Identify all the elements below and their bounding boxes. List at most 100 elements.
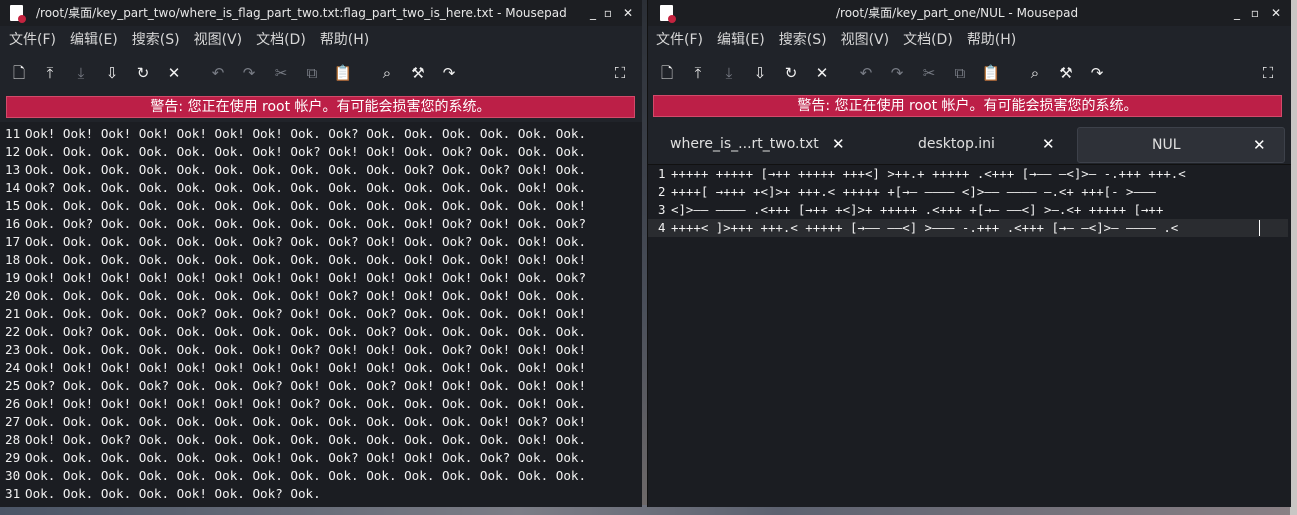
line-text: Ook! Ook! Ook! Ook! Ook! Ook! Ook! Ook! … <box>25 270 587 285</box>
menu-help[interactable]: 帮助(H) <box>320 26 369 54</box>
editor-line[interactable]: 22 Ook. Ook? Ook. Ook. Ook. Ook. Ook. Ook… <box>5 323 586 341</box>
titlebar[interactable]: /root/桌面/key_part_two/where_is_flag_part… <box>0 0 642 26</box>
text-editor[interactable]: 1 +++++ +++++ [→++ +++++ +++<] >++.+ ++++… <box>648 165 1291 507</box>
redo-icon[interactable]: ↷ <box>239 63 259 83</box>
desktop-background-right <box>1290 0 1297 515</box>
line-number: 22 <box>5 324 21 339</box>
editor-line[interactable]: 24 Ook! Ook! Ook! Ook! Ook! Ook! Ook! Ook… <box>5 359 586 377</box>
editor-line[interactable]: 20 Ook. Ook. Ook. Ook. Ook. Ook. Ook. Ook… <box>5 287 586 305</box>
menu-search[interactable]: 搜索(S) <box>779 26 827 54</box>
line-number: 4 <box>658 220 666 235</box>
tab-desktop-ini[interactable]: desktop.ini ✕ <box>902 127 1062 161</box>
tab-where-is-part-two[interactable]: where_is_...rt_two.txt ✕ <box>656 127 866 161</box>
toolbar: 🗋 ⤒ ⤓ ⇩ ↻ ✕ ↶ ↷ ✂ ⧉ 📋 ⌕ ⚒ ↷ ⛶ <box>648 54 1291 92</box>
editor-line[interactable]: 19 Ook! Ook! Ook! Ook! Ook! Ook! Ook! Ook… <box>5 269 586 287</box>
editor-line[interactable]: 16 Ook. Ook? Ook. Ook. Ook. Ook. Ook. Ook… <box>5 215 586 233</box>
editor-line[interactable]: 25 Ook? Ook. Ook. Ook? Ook. Ook. Ook? Ook… <box>5 377 586 395</box>
editor-line[interactable]: 31 Ook. Ook. Ook. Ook. Ook! Ook. Ook? Ook… <box>5 485 586 503</box>
editor-line[interactable]: 12 Ook. Ook. Ook. Ook. Ook. Ook. Ook! Ook… <box>5 143 586 161</box>
editor-line[interactable]: 28 Ook! Ook. Ook? Ook. Ook. Ook. Ook. Ook… <box>5 431 586 449</box>
editor-line[interactable]: 17 Ook. Ook. Ook. Ook. Ook. Ook. Ook? Ook… <box>5 233 586 251</box>
editor-line[interactable]: 29 Ook. Ook. Ook. Ook. Ook. Ook. Ook! Ook… <box>5 449 586 467</box>
editor-line[interactable]: 18 Ook. Ook. Ook. Ook. Ook. Ook. Ook. Ook… <box>5 251 586 269</box>
minimize-icon[interactable]: _ <box>1228 3 1246 23</box>
line-number: 18 <box>5 252 21 267</box>
close-document-icon[interactable]: ✕ <box>164 63 184 83</box>
new-document-icon[interactable]: 🗋 <box>9 63 29 83</box>
editor-line[interactable]: 15 Ook. Ook. Ook. Ook. Ook. Ook. Ook. Ook… <box>5 197 586 215</box>
search-icon[interactable]: ⌕ <box>1025 63 1045 83</box>
editor-line[interactable]: 30 Ook. Ook. Ook. Ook. Ook. Ook. Ook. Ook… <box>5 467 586 485</box>
tab-close-icon[interactable]: ✕ <box>1042 127 1055 161</box>
menubar: 文件(F) 编辑(E) 搜索(S) 视图(V) 文档(D) 帮助(H) <box>0 26 642 54</box>
save-icon[interactable]: ⤓ <box>71 63 91 83</box>
close-icon[interactable]: ✕ <box>1267 3 1285 23</box>
fullscreen-icon[interactable]: ⛶ <box>1258 63 1278 83</box>
tab-label: NUL <box>1152 137 1181 153</box>
save-as-icon[interactable]: ⇩ <box>102 63 122 83</box>
save-icon[interactable]: ⤓ <box>719 63 739 83</box>
line-text: Ook? Ook. Ook. Ook. Ook. Ook. Ook. Ook. … <box>25 180 587 195</box>
menu-document[interactable]: 文档(D) <box>903 26 953 54</box>
editor-line[interactable]: 1 +++++ +++++ [→++ +++++ +++<] >++.+ ++++… <box>658 165 1186 183</box>
goto-line-icon[interactable]: ↷ <box>1087 63 1107 83</box>
menu-document[interactable]: 文档(D) <box>256 26 306 54</box>
fullscreen-icon[interactable]: ⛶ <box>610 63 630 83</box>
editor-line[interactable]: 14 Ook? Ook. Ook. Ook. Ook. Ook. Ook. Ook… <box>5 179 586 197</box>
menu-edit[interactable]: 编辑(E) <box>70 26 118 54</box>
line-text: Ook. Ook. Ook. Ook. Ook. Ook. Ook! Ook. … <box>25 450 587 465</box>
close-document-icon[interactable]: ✕ <box>812 63 832 83</box>
tab-label: desktop.ini <box>918 136 995 152</box>
goto-line-icon[interactable]: ↷ <box>439 63 459 83</box>
open-file-icon[interactable]: ⤒ <box>40 63 60 83</box>
find-replace-icon[interactable]: ⚒ <box>408 63 428 83</box>
tab-close-icon[interactable]: ✕ <box>1253 128 1266 162</box>
new-document-icon[interactable]: 🗋 <box>657 63 677 83</box>
line-number: 31 <box>5 486 21 501</box>
editor-line[interactable]: 3 <]>—— ———— .<+++ [→++ +<]>+ +++++ .<+++… <box>658 201 1186 219</box>
cut-icon[interactable]: ✂ <box>271 63 291 83</box>
open-file-icon[interactable]: ⤒ <box>688 63 708 83</box>
paste-icon[interactable]: 📋 <box>981 63 1001 83</box>
line-text: Ook. Ook. Ook. Ook. Ook. Ook. Ook. Ook. … <box>25 414 587 429</box>
editor-lines: 11 Ook! Ook! Ook! Ook! Ook! Ook! Ook! Ook… <box>5 125 586 503</box>
menu-view[interactable]: 视图(V) <box>841 26 890 54</box>
tab-nul[interactable]: NUL ✕ <box>1077 127 1285 163</box>
save-as-icon[interactable]: ⇩ <box>750 63 770 83</box>
tab-close-icon[interactable]: ✕ <box>832 127 845 161</box>
editor-line[interactable]: 2 ++++[ →+++ +<]>+ +++.< +++++ +[→— ———— … <box>658 183 1186 201</box>
paste-icon[interactable]: 📋 <box>333 63 353 83</box>
find-replace-icon[interactable]: ⚒ <box>1056 63 1076 83</box>
menu-file[interactable]: 文件(F) <box>9 26 56 54</box>
copy-icon[interactable]: ⧉ <box>302 63 322 83</box>
editor-line[interactable]: 27 Ook. Ook. Ook. Ook. Ook. Ook. Ook. Ook… <box>5 413 586 431</box>
menu-view[interactable]: 视图(V) <box>194 26 243 54</box>
editor-line[interactable]: 11 Ook! Ook! Ook! Ook! Ook! Ook! Ook! Ook… <box>5 125 586 143</box>
reload-icon[interactable]: ↻ <box>133 63 153 83</box>
search-icon[interactable]: ⌕ <box>377 63 397 83</box>
line-number: 13 <box>5 162 21 177</box>
line-number: 20 <box>5 288 21 303</box>
editor-line[interactable]: 21 Ook. Ook. Ook. Ook. Ook? Ook. Ook? Ook… <box>5 305 586 323</box>
menu-search[interactable]: 搜索(S) <box>132 26 180 54</box>
editor-line[interactable]: 23 Ook. Ook. Ook. Ook. Ook. Ook. Ook! Ook… <box>5 341 586 359</box>
maximize-icon[interactable]: ▫ <box>599 3 617 23</box>
editor-line[interactable]: 4 ++++< ]>+++ +++.< +++++ [→—— ——<] >——— … <box>658 219 1186 237</box>
undo-icon[interactable]: ↶ <box>856 63 876 83</box>
text-editor[interactable]: 11 Ook! Ook! Ook! Ook! Ook! Ook! Ook! Ook… <box>0 122 642 507</box>
copy-icon[interactable]: ⧉ <box>950 63 970 83</box>
line-text: Ook. Ook. Ook. Ook. Ook. Ook. Ook! Ook? … <box>25 144 587 159</box>
root-warning-banner: 警告: 您正在使用 root 帐户。有可能会损害您的系统。 <box>6 96 635 118</box>
editor-line[interactable]: 26 Ook! Ook! Ook! Ook! Ook! Ook! Ook! Ook… <box>5 395 586 413</box>
close-icon[interactable]: ✕ <box>619 3 637 23</box>
cut-icon[interactable]: ✂ <box>919 63 939 83</box>
undo-icon[interactable]: ↶ <box>208 63 228 83</box>
editor-line[interactable]: 13 Ook. Ook. Ook. Ook. Ook. Ook. Ook. Ook… <box>5 161 586 179</box>
menu-file[interactable]: 文件(F) <box>656 26 703 54</box>
titlebar[interactable]: /root/桌面/key_part_one/NUL - Mousepad _ ▫… <box>648 0 1291 26</box>
menu-edit[interactable]: 编辑(E) <box>717 26 765 54</box>
menu-help[interactable]: 帮助(H) <box>967 26 1016 54</box>
redo-icon[interactable]: ↷ <box>887 63 907 83</box>
reload-icon[interactable]: ↻ <box>781 63 801 83</box>
maximize-icon[interactable]: ▫ <box>1246 3 1264 23</box>
